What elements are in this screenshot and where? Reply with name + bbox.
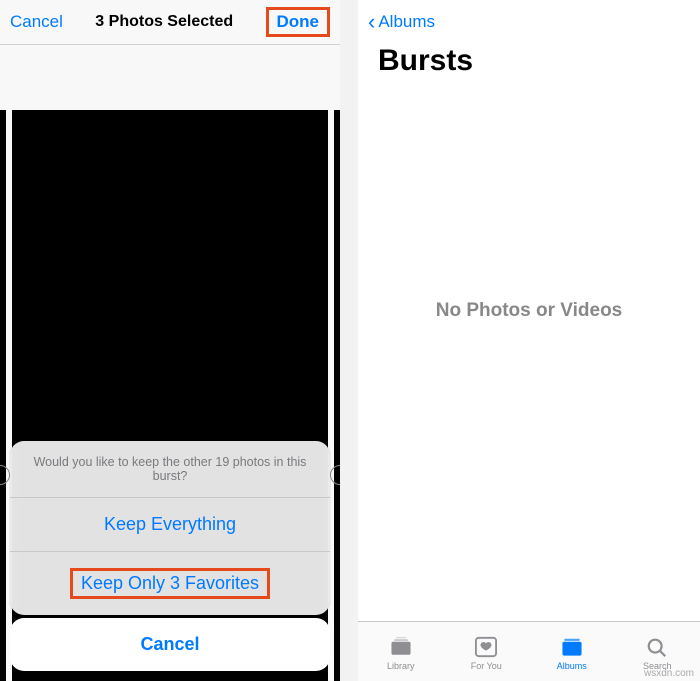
keep-favorites-button[interactable]: Keep Only 3 Favorites — [81, 573, 259, 593]
tab-library-label: Library — [387, 661, 415, 671]
sheet-cancel-button[interactable]: Cancel — [10, 618, 330, 671]
library-icon — [388, 636, 414, 658]
selection-top-bar: Cancel 3 Photos Selected Done — [0, 0, 340, 45]
done-button[interactable]: Done — [277, 12, 320, 31]
keep-favorites-highlight: Keep Only 3 Favorites — [70, 568, 270, 599]
tab-foryou-label: For You — [471, 661, 502, 671]
selection-title: 3 Photos Selected — [95, 13, 233, 31]
foryou-icon — [473, 636, 499, 658]
left-screenshot: Cancel 3 Photos Selected Done Would you … — [0, 0, 340, 681]
watermark: wsxdn.com — [644, 668, 694, 679]
action-sheet: Would you like to keep the other 19 phot… — [10, 441, 330, 615]
keep-favorites-row[interactable]: Keep Only 3 Favorites — [10, 552, 330, 615]
tab-search[interactable]: Search — [615, 636, 700, 671]
cancel-button[interactable]: Cancel — [10, 12, 63, 32]
keep-everything-button[interactable]: Keep Everything — [10, 498, 330, 552]
right-screenshot: ‹ Albums Bursts No Photos or Videos Libr… — [358, 0, 700, 681]
prev-photo-sliver[interactable] — [0, 110, 6, 681]
sheet-prompt: Would you like to keep the other 19 phot… — [10, 441, 330, 498]
tab-foryou[interactable]: For You — [444, 636, 530, 671]
tab-library[interactable]: Library — [358, 636, 444, 671]
albums-icon — [559, 636, 585, 658]
tab-albums-label: Albums — [557, 661, 587, 671]
empty-state-message: No Photos or Videos — [358, 0, 700, 621]
tab-albums[interactable]: Albums — [529, 636, 615, 671]
next-photo-sliver[interactable] — [334, 110, 340, 681]
done-highlight: Done — [266, 7, 331, 37]
toolbar-spacer — [0, 45, 340, 110]
search-icon — [644, 636, 670, 658]
